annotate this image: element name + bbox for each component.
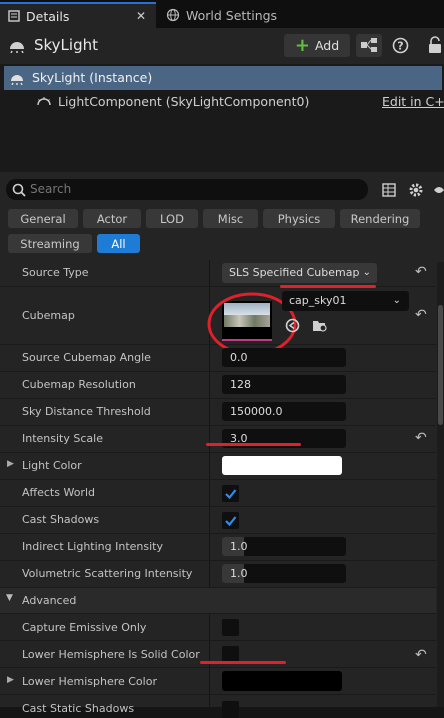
label-cubemap: Cubemap [22,309,75,322]
add-button-label: Add [314,38,340,53]
label-sky-distance-threshold: Sky Distance Threshold [22,405,151,418]
label-source-cubemap-angle: Source Cubemap Angle [22,351,151,364]
filter-actor[interactable]: Actor [83,209,141,228]
details-tab-icon [8,10,20,22]
hierarchy-icon [361,38,377,52]
settings-gear-icon[interactable] [408,182,424,198]
tab-world-settings[interactable]: World Settings [158,2,318,28]
light-color-swatch[interactable] [222,456,342,475]
label-cast-static-shadows: Cast Static Shadows [22,702,135,715]
cubemap-resolution-input[interactable]: 128 [222,375,346,394]
cast-shadows-checkbox[interactable] [222,512,239,529]
label-lower-hemisphere-color: Lower Hemisphere Color [22,675,157,688]
actor-title: SkyLight [34,36,98,54]
globe-icon [166,8,180,22]
checkmark-icon [225,516,237,527]
filter-general[interactable]: General [8,209,78,228]
sky-distance-threshold-input[interactable]: 150000.0 [222,402,346,421]
label-source-type: Source Type [22,266,89,279]
scrollbar-thumb[interactable] [438,305,443,425]
search-icon [12,183,26,197]
expand-arrow-icon[interactable]: ▶ [7,459,14,469]
help-icon[interactable]: ? [392,37,409,54]
reset-source-type-icon[interactable]: ↶ [415,264,427,280]
filter-physics[interactable]: Physics [263,209,335,228]
tree-instance-label: SkyLight (Instance) [32,70,153,85]
cast-static-shadows-checkbox[interactable] [222,701,239,718]
source-cubemap-angle-input[interactable]: 0.0 [222,348,346,367]
visibility-icon[interactable] [433,183,444,197]
reset-intensity-scale-icon[interactable]: ↶ [415,430,427,446]
cubemap-asset-name: cap_sky01 [289,294,347,307]
chevron-down-icon: ⌄ [392,295,401,306]
skylight-instance-icon [11,75,23,85]
add-button[interactable]: + Add [284,34,350,57]
use-selected-icon[interactable] [285,318,300,333]
blueprint-button[interactable] [356,34,382,57]
tab-world-settings-label: World Settings [186,7,278,23]
checkmark-icon [225,489,237,500]
label-light-color: Light Color [22,459,82,472]
label-advanced: Advanced [22,594,77,607]
filter-misc[interactable]: Misc [203,209,258,228]
skylight-icon [10,42,24,53]
tab-details[interactable]: Details ✕ [0,2,156,28]
close-icon[interactable]: ✕ [136,9,146,23]
svg-text:?: ? [397,40,403,53]
volumetric-scattering-intensity-value: 1.0 [230,567,248,580]
filter-streaming[interactable]: Streaming [8,234,92,253]
affects-world-checkbox[interactable] [222,485,239,502]
volumetric-scattering-intensity-slider[interactable]: 1.0 [222,564,346,583]
expand-arrow-icon[interactable]: ▶ [7,675,14,685]
label-volumetric-scattering-intensity: Volumetric Scattering Intensity [22,567,193,580]
label-capture-emissive-only: Capture Emissive Only [22,621,147,634]
annotation-underline [206,443,301,446]
collapse-arrow-icon[interactable]: ▼ [6,593,13,603]
label-lower-hemisphere-solid: Lower Hemisphere Is Solid Color [22,648,200,661]
filter-rendering[interactable]: Rendering [340,209,420,228]
filter-all[interactable]: All [97,234,140,253]
lock-icon[interactable] [427,35,444,55]
edit-in-cpp-link[interactable]: Edit in C++ [382,94,444,109]
light-component-icon [37,97,51,106]
browse-folder-icon[interactable] [312,318,328,333]
filter-lod[interactable]: LOD [146,209,198,228]
annotation-underline [200,661,286,664]
label-indirect-lighting-intensity: Indirect Lighting Intensity [22,540,163,553]
reset-lower-hemisphere-icon[interactable]: ↶ [415,647,427,663]
source-type-value: SLS Specified Cubemap [229,266,360,279]
source-type-dropdown[interactable]: SLS Specified Cubemap ⌄ [222,263,377,283]
label-affects-world: Affects World [22,486,95,499]
label-intensity-scale: Intensity Scale [22,432,103,445]
plus-icon: + [294,34,310,56]
tab-details-label: Details [26,8,70,24]
reset-cubemap-icon[interactable]: ↶ [415,307,427,323]
indirect-lighting-intensity-value: 1.0 [230,540,248,553]
label-cast-shadows: Cast Shadows [22,513,100,526]
label-cubemap-resolution: Cubemap Resolution [22,378,136,391]
cubemap-asset-combo[interactable]: cap_sky01 ⌄ [282,291,409,311]
capture-emissive-only-checkbox[interactable] [222,619,239,636]
lower-hemisphere-color-swatch[interactable] [222,671,342,691]
chevron-down-icon: ⌄ [362,267,371,278]
table-view-icon[interactable] [382,183,396,197]
tree-row-component[interactable]: LightComponent (SkyLightComponent0) [58,94,309,109]
search-input[interactable] [30,181,350,197]
indirect-lighting-intensity-slider[interactable]: 1.0 [222,537,346,556]
